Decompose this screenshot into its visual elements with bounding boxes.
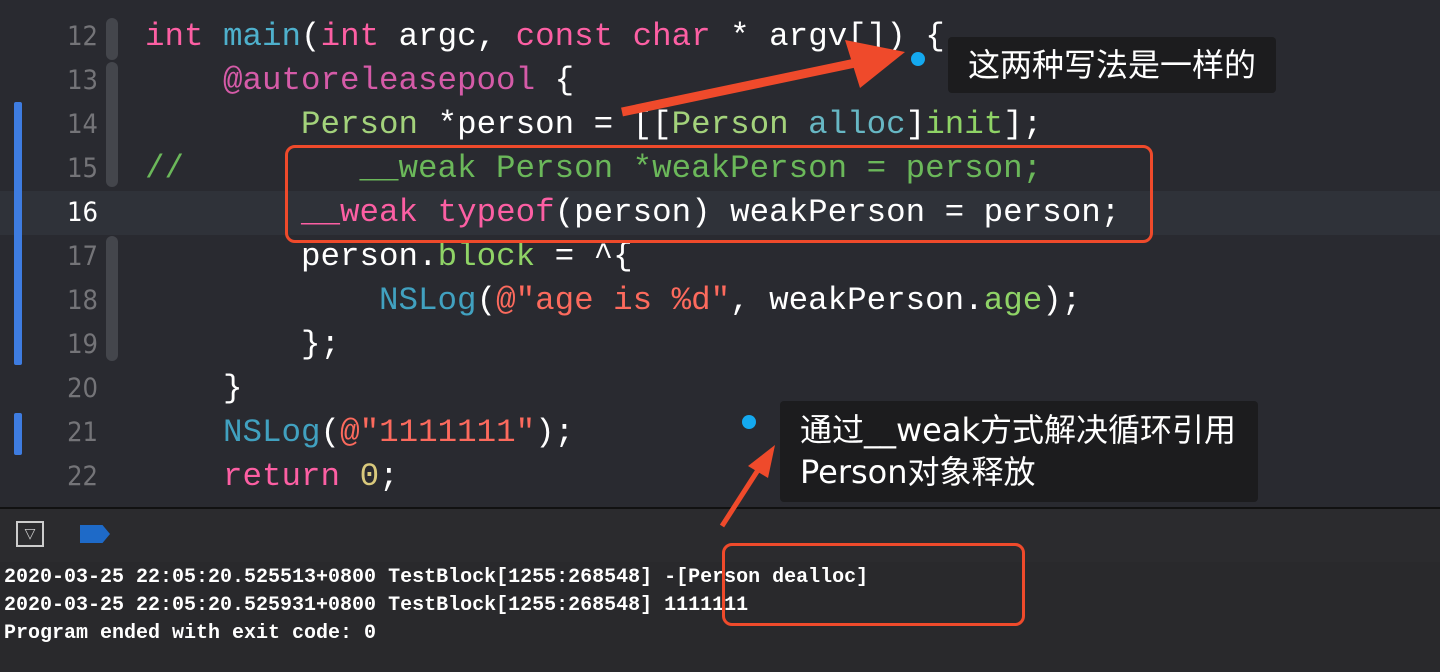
annotation-text: Person对象释放	[800, 453, 1036, 491]
annotation-arrows	[621, 40, 905, 528]
annotation-dot	[742, 415, 756, 429]
annotation-dot	[911, 52, 925, 66]
arrow-head	[748, 445, 775, 478]
annotation-bubble-top: 这两种写法是一样的	[948, 37, 1277, 93]
arrow-head	[845, 40, 905, 88]
annotation-text: 通过__weak方式解决循环引用	[800, 411, 1237, 449]
arrow-line	[621, 57, 861, 117]
arrow-line	[719, 468, 761, 528]
annotation-bubble-bottom: 通过__weak方式解决循环引用 Person对象释放	[780, 401, 1258, 502]
